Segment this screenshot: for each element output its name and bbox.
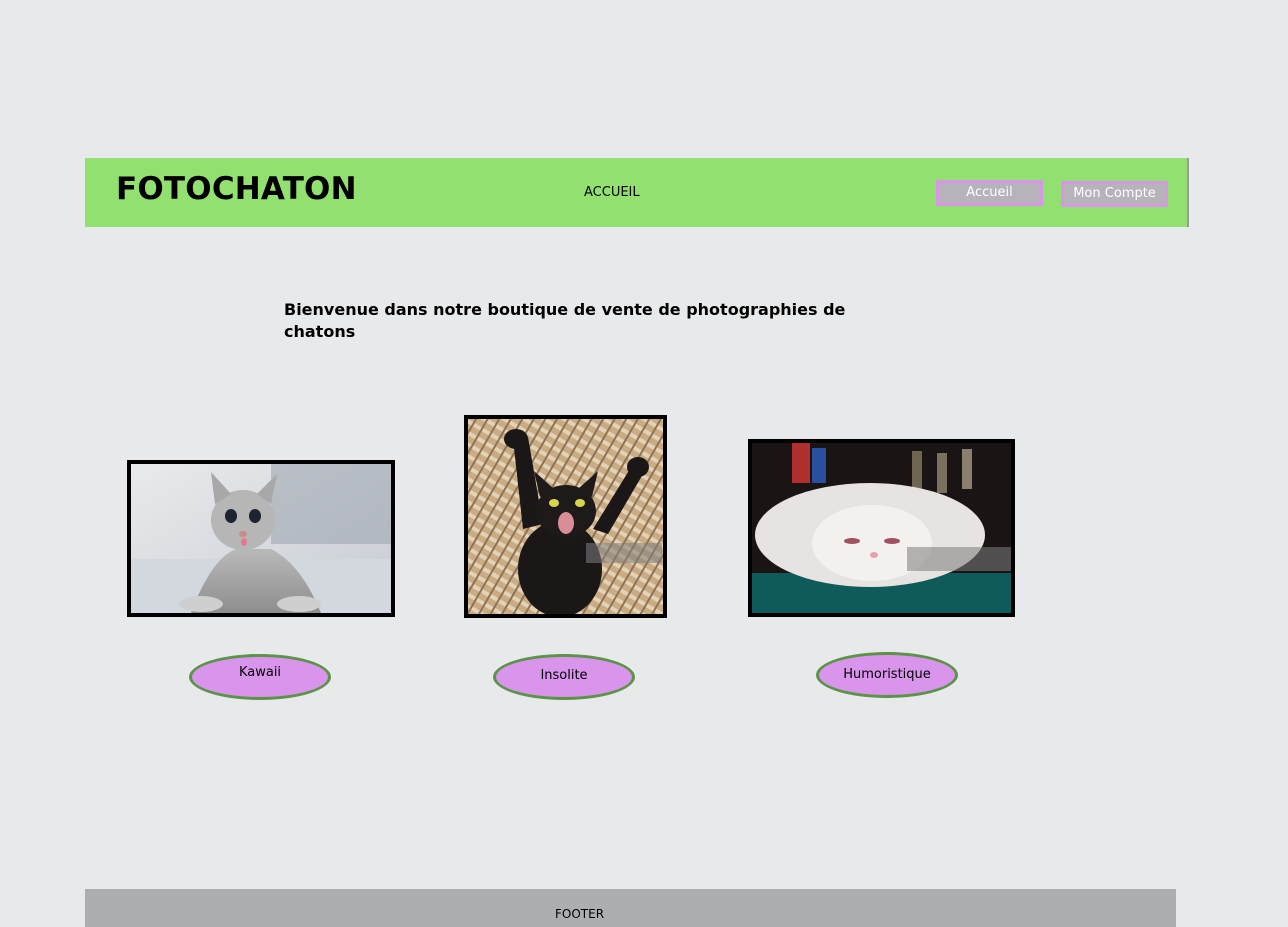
- accueil-button[interactable]: Accueil: [936, 180, 1043, 206]
- kawaii-button[interactable]: Kawaii: [189, 654, 331, 700]
- page: FOTOCHATON ACCUEIL Accueil Mon Compte Bi…: [0, 0, 1288, 927]
- fluffy-cat-image: [752, 443, 1011, 613]
- humoristique-button[interactable]: Humoristique: [816, 652, 958, 698]
- footer-text: FOOTER: [555, 907, 605, 921]
- site-header: FOTOCHATON ACCUEIL Accueil Mon Compte: [85, 158, 1189, 227]
- kawaii-photo[interactable]: [127, 460, 395, 617]
- insolite-button[interactable]: Insolite: [493, 654, 635, 700]
- nav-link-accueil[interactable]: ACCUEIL: [584, 185, 640, 201]
- grey-kitten-image: [131, 464, 391, 613]
- black-kitten-image: [468, 419, 663, 614]
- site-logo[interactable]: FOTOCHATON: [116, 170, 357, 208]
- welcome-heading: Bienvenue dans notre boutique de vente d…: [284, 300, 846, 341]
- humoristique-photo[interactable]: [748, 439, 1015, 617]
- site-footer: FOOTER: [85, 889, 1176, 927]
- mon-compte-button[interactable]: Mon Compte: [1061, 181, 1168, 207]
- insolite-photo[interactable]: [464, 415, 667, 618]
